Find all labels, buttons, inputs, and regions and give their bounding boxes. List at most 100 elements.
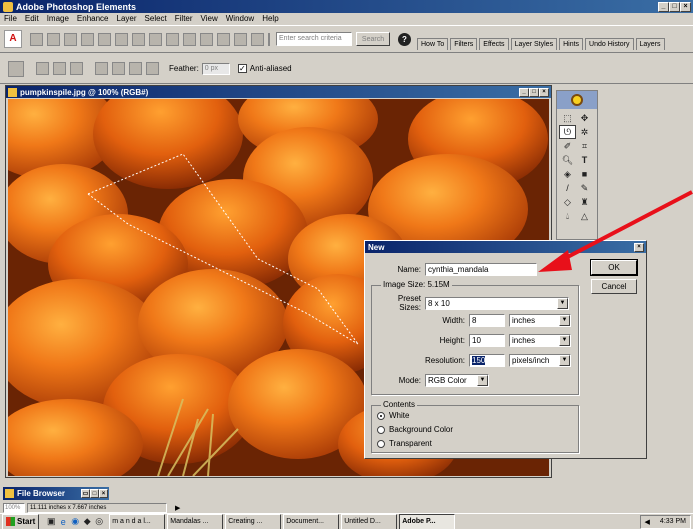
menu-image[interactable]: Image (43, 13, 73, 25)
polygonal-lasso-icon[interactable] (53, 62, 66, 75)
document-title: pumpkinspile.jpg @ 100% (RGB#) (20, 87, 149, 97)
outlook-icon[interactable]: ◉ (69, 515, 81, 529)
width-input[interactable]: 8 (469, 314, 505, 327)
intersect-selection-icon[interactable] (146, 62, 159, 75)
email-icon[interactable] (166, 32, 179, 46)
taskbar-item-mandala[interactable]: m a n d a l... (109, 513, 166, 529)
contents-option-white[interactable]: White (377, 411, 409, 420)
search-button[interactable]: Search (356, 32, 390, 46)
browse-icon[interactable] (64, 32, 77, 46)
feather-input[interactable]: 0 px (201, 62, 230, 75)
menu-enhance[interactable]: Enhance (73, 13, 113, 25)
doc-close-button[interactable]: × (539, 87, 549, 97)
minimize-button[interactable]: _ (658, 1, 669, 12)
paint-bucket-tool-icon[interactable]: ◈ (559, 167, 576, 181)
zoom-field[interactable]: 100% (3, 502, 25, 513)
tab-hints[interactable]: Hints (559, 38, 584, 50)
taskbar-item-untitled[interactable]: Untitled D... (341, 513, 398, 529)
desktop-icon[interactable]: ▣ (45, 515, 57, 529)
taskbar-item-creating[interactable]: Creating ... (225, 513, 282, 529)
antialiased-checkbox[interactable]: ✓ (237, 64, 247, 73)
menu-layer[interactable]: Layer (113, 13, 141, 25)
start-button[interactable]: Start (2, 513, 40, 529)
resolution-input[interactable]: 150 (469, 354, 505, 367)
crop-tool-icon[interactable]: ⌗ (576, 139, 593, 153)
menu-view[interactable]: View (197, 13, 222, 25)
system-tray: ◀ 4:33 PM (639, 514, 691, 529)
add-selection-icon[interactable] (112, 62, 125, 75)
chevron-down-icon: ▼ (559, 355, 570, 366)
lasso-preset-icon[interactable] (8, 60, 24, 77)
tab-undo-history[interactable]: Undo History (585, 38, 634, 50)
shape-tool-icon[interactable]: ■ (576, 167, 593, 181)
lasso-tool-icon[interactable]: ᘎ (559, 125, 576, 139)
preset-sizes-label: Preset Sizes: (397, 294, 421, 312)
help-icon[interactable]: ? (398, 32, 411, 46)
tab-how-to[interactable]: How To (417, 38, 449, 50)
marquee-tool-icon[interactable]: ⬚ (559, 111, 576, 125)
zoom-tool-icon[interactable]: 🔍︎ (559, 153, 576, 167)
search-input[interactable]: Enter search criteria (276, 32, 352, 46)
menu-filter[interactable]: Filter (171, 13, 197, 25)
step-forward-icon[interactable] (217, 32, 230, 46)
menu-window[interactable]: Window (222, 13, 258, 25)
contents-label: Contents (381, 400, 418, 409)
app-icon-1[interactable]: ◆ (81, 515, 93, 529)
contents-option-background-color[interactable]: Background Color (377, 425, 453, 434)
tab-layers[interactable]: Layers (635, 38, 665, 50)
open-file-icon[interactable] (47, 32, 60, 46)
new-selection-icon[interactable] (95, 62, 108, 75)
magic-wand-tool-icon[interactable]: ✲ (576, 125, 593, 139)
lasso-icon[interactable] (36, 62, 49, 75)
taskbar-item-mandalas[interactable]: Mandalas ... (167, 513, 224, 529)
file-browser-bar[interactable]: File Browser ▭ □ × (3, 487, 109, 500)
step-backward-icon[interactable] (200, 32, 213, 46)
mode-label: Mode: (398, 376, 421, 385)
quick-fix-icon[interactable] (183, 32, 196, 46)
chevron-down-icon: ▼ (559, 335, 570, 346)
height-unit-select[interactable]: inches ▼ (509, 334, 571, 347)
redo-icon[interactable] (251, 32, 264, 46)
menu-file[interactable]: File (0, 13, 21, 25)
tab-filters[interactable]: Filters (450, 38, 478, 50)
volume-icon[interactable]: ◀ (645, 518, 650, 526)
menu-help[interactable]: Help (258, 13, 282, 25)
tab-layer-styles[interactable]: Layer Styles (510, 38, 558, 50)
save-icon[interactable] (98, 32, 111, 46)
tab-effects[interactable]: Effects (479, 38, 509, 50)
magnetic-lasso-icon[interactable] (70, 62, 83, 75)
chevron-down-icon: ▼ (557, 297, 568, 309)
fb-maximize-button[interactable]: □ (90, 489, 99, 498)
dialog-title: New (368, 242, 385, 252)
mode-select[interactable]: RGB Color ▼ (425, 374, 489, 387)
subtract-selection-icon[interactable] (129, 62, 142, 75)
app-icon-2[interactable]: ◎ (93, 515, 105, 529)
browser-icon[interactable]: e (57, 515, 69, 529)
height-input[interactable]: 10 (469, 334, 505, 347)
undo-icon[interactable] (234, 32, 247, 46)
selection-brush-tool-icon[interactable]: ✐ (559, 139, 576, 153)
move-tool-icon[interactable]: ✥ (576, 111, 593, 125)
doc-maximize-button[interactable]: □ (529, 87, 539, 97)
fb-restore-button[interactable]: ▭ (81, 489, 90, 498)
resolution-unit-select[interactable]: pixels/inch ▼ (509, 354, 571, 367)
type-tool-icon[interactable]: T (576, 153, 593, 167)
new-file-icon[interactable] (30, 32, 43, 46)
print-icon[interactable] (132, 32, 145, 46)
taskbar-item-document[interactable]: Document... (283, 513, 340, 529)
close-button[interactable]: × (680, 1, 691, 12)
import-icon[interactable] (81, 32, 94, 46)
taskbar-item-adobe[interactable]: Adobe P... (399, 513, 456, 529)
print-preview-icon[interactable] (149, 32, 162, 46)
menu-edit[interactable]: Edit (21, 13, 43, 25)
web-save-icon[interactable] (115, 32, 128, 46)
maximize-button[interactable]: □ (669, 1, 680, 12)
doc-minimize-button[interactable]: _ (519, 87, 529, 97)
width-unit-select[interactable]: inches ▼ (509, 314, 571, 327)
contents-option-transparent[interactable]: Transparent (377, 439, 432, 448)
preset-sizes-select[interactable]: 8 x 10 ▼ (425, 296, 569, 310)
menu-select[interactable]: Select (141, 13, 171, 25)
fb-close-button[interactable]: × (99, 489, 108, 498)
status-arrow-icon[interactable]: ▶ (175, 504, 180, 512)
separator-icon (268, 32, 270, 46)
